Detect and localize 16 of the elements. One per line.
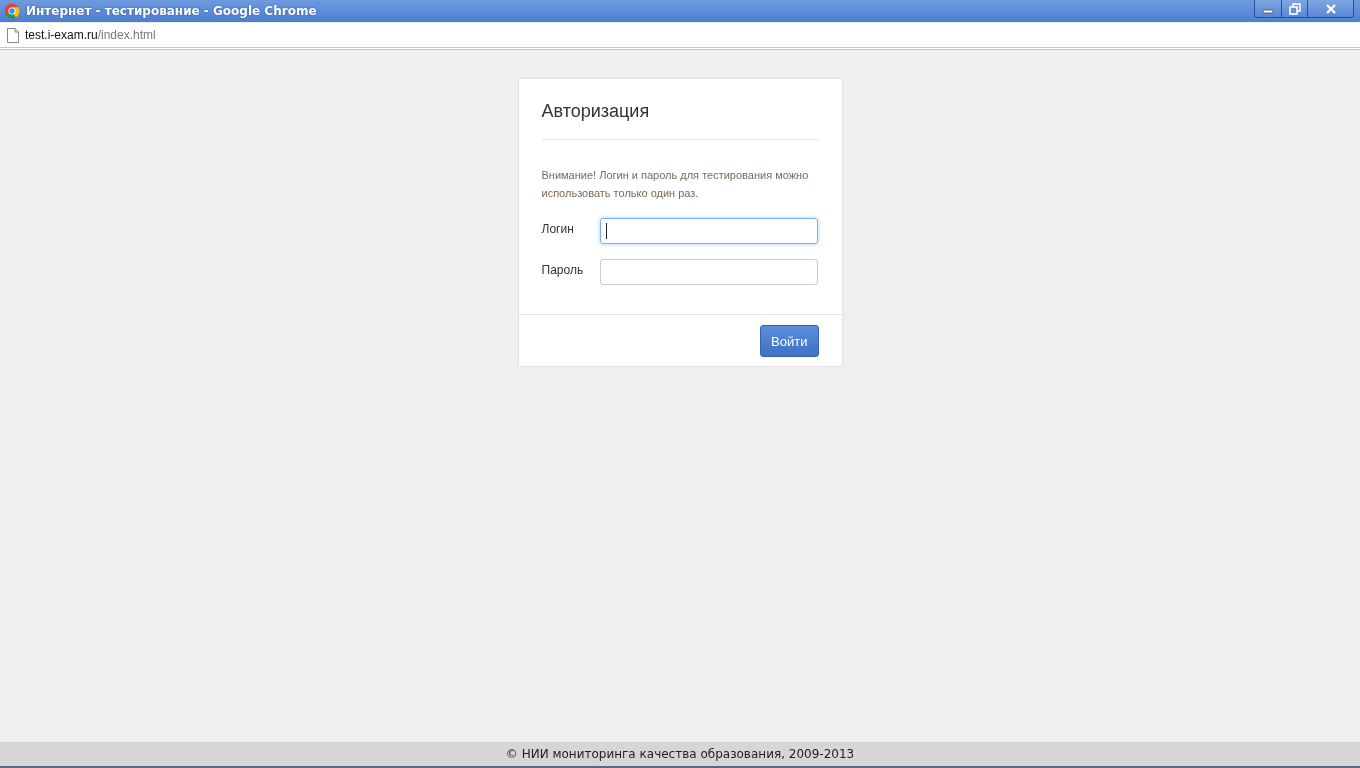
close-button[interactable] <box>1307 0 1353 17</box>
input-field[interactable] <box>599 218 818 244</box>
input-field[interactable] <box>599 259 818 285</box>
field-label: Логин <box>541 221 575 236</box>
restore-button[interactable] <box>1281 0 1307 17</box>
copyright-text: © НИИ мониторинга качества образования, 2009-2013 <box>505 747 855 761</box>
chrome-logo-icon <box>4 3 20 19</box>
restore-icon <box>1288 2 1301 15</box>
login-button[interactable]: Войти <box>760 325 819 357</box>
notice-text: Внимание! Логин и пароль для тестирования можно использовать только один раз. <box>541 168 810 201</box>
page-icon <box>7 27 19 43</box>
window-title: Интернет - тестирование - Google Chrome <box>26 4 318 18</box>
panel-title: Авторизация <box>541 101 651 122</box>
url-text[interactable]: test.i-exam.ru/index.html <box>25 28 156 42</box>
close-icon <box>1324 3 1337 14</box>
field-label: Пароль <box>541 262 585 277</box>
